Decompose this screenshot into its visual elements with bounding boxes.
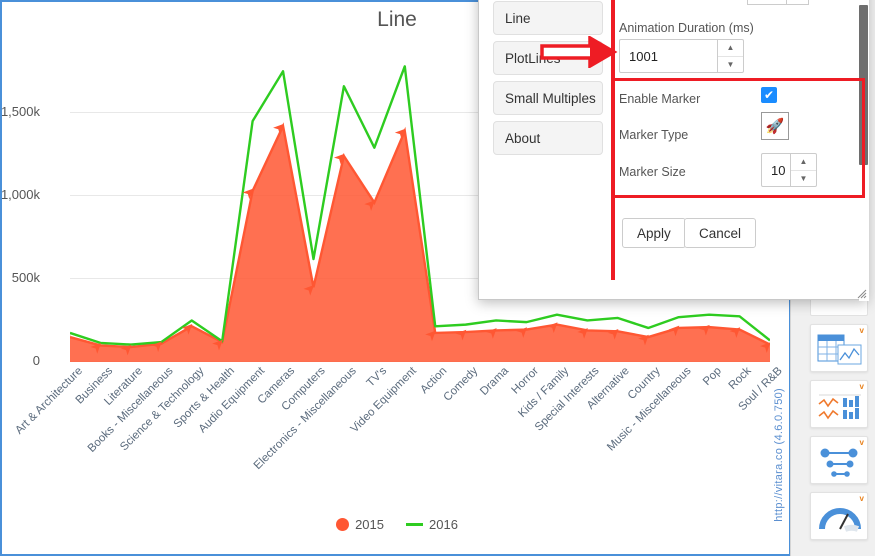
watermark-link[interactable]: http://vitara.co (4.6.0.750) [773,388,785,522]
y-axis-tick: 1,500k [0,104,40,119]
legend-label: 2015 [355,517,384,532]
chevron-down-icon: ▼ [786,0,808,4]
apply-button[interactable]: Apply [622,218,686,248]
marker-type-label: Marker Type [619,128,689,142]
dialog-menu-item-label: PlotLines [505,50,561,66]
dumbbell-plot-icon [820,448,858,477]
top-dropdown[interactable]: ▼ [747,0,809,5]
dialog-menu-item-label: Small Multiples [505,90,596,106]
stepper-up-icon[interactable]: ▲ [718,40,743,57]
y-axis-tick: 0 [32,353,40,368]
marker-size-input[interactable]: 10 ▲ ▼ [761,153,817,187]
dialog-menu-item-label: About [505,130,541,146]
x-axis-label-text: Art & Architecture [12,365,85,437]
gallery-tile-table-chart[interactable]: v [810,324,868,372]
y-axis-tick: 1,000k [0,187,40,202]
enable-marker-label: Enable Marker [619,92,701,106]
dialog-menu-item-line[interactable]: Line [493,1,603,35]
settings-dialog: MarkerSeriesThresholdsLinePlotLinesSmall… [478,0,869,301]
series-2015-marker: ➤ [269,117,290,138]
x-axis-label-text: Pop [700,365,724,388]
y-axis-tick: 500k [11,270,40,285]
dialog-menu-item-plotlines[interactable]: PlotLines [493,41,603,75]
series-2015-marker: ➤ [391,122,412,143]
divider [619,197,847,198]
stepper-down-icon[interactable]: ▼ [718,57,743,73]
cancel-button[interactable]: Cancel [684,218,757,248]
gallery-tile-gauge[interactable]: v [810,492,868,540]
legend-item-2016[interactable]: 2016 [406,517,458,532]
dialog-scrollbar-thumb[interactable] [859,5,868,165]
dialog-menu-list: MarkerSeriesThresholdsLinePlotLinesSmall… [493,0,603,161]
resize-handle-icon[interactable] [857,289,867,299]
x-axis-label-text: Rock [727,365,755,393]
gallery-tile-sparkline-bar[interactable]: v [810,380,868,428]
animation-duration-label: Animation Duration (ms) [619,21,754,35]
chart-legend: 2015 2016 [2,517,792,532]
dialog-menu-item-about[interactable]: About [493,121,603,155]
animation-duration-stepper[interactable]: ▲ ▼ [717,40,743,72]
x-axis-labels: Art & Architecture Business Literature Book… [13,365,790,485]
table-chart-icon [817,334,862,365]
dialog-menu-item-label: Line [505,10,531,26]
animation-duration-value[interactable]: 1001 [620,40,717,72]
legend-dot-icon [336,518,350,531]
gallery-tile-dumbbell-plot[interactable]: v [810,436,868,484]
marker-size-value[interactable]: 10 [762,154,790,186]
legend-line-icon [406,523,423,526]
annotation-divider-left [611,0,615,280]
marker-size-stepper[interactable]: ▲ ▼ [790,154,816,186]
dialog-scrollbar-track[interactable] [859,0,869,301]
marker-size-label: Marker Size [619,165,686,179]
x-axis-label-text: Drama [477,365,511,398]
stepper-up-icon[interactable]: ▲ [791,154,816,171]
legend-item-2015[interactable]: 2015 [336,517,384,532]
dialog-body: MarkerSeriesThresholdsLinePlotLinesSmall… [479,0,869,301]
sparkline-bar-icon [818,394,861,420]
legend-label: 2016 [429,517,458,532]
animation-duration-input[interactable]: 1001 ▲ ▼ [619,39,744,73]
enable-marker-checkbox[interactable]: ✔ [761,87,777,103]
dialog-menu-item-small-multiples[interactable]: Small Multiples [493,81,603,115]
marker-type-swatch[interactable]: 🚀 [761,112,789,140]
x-axis-label-text: TV's [364,365,389,390]
gauge-icon [819,508,861,532]
stepper-down-icon[interactable]: ▼ [791,171,816,187]
